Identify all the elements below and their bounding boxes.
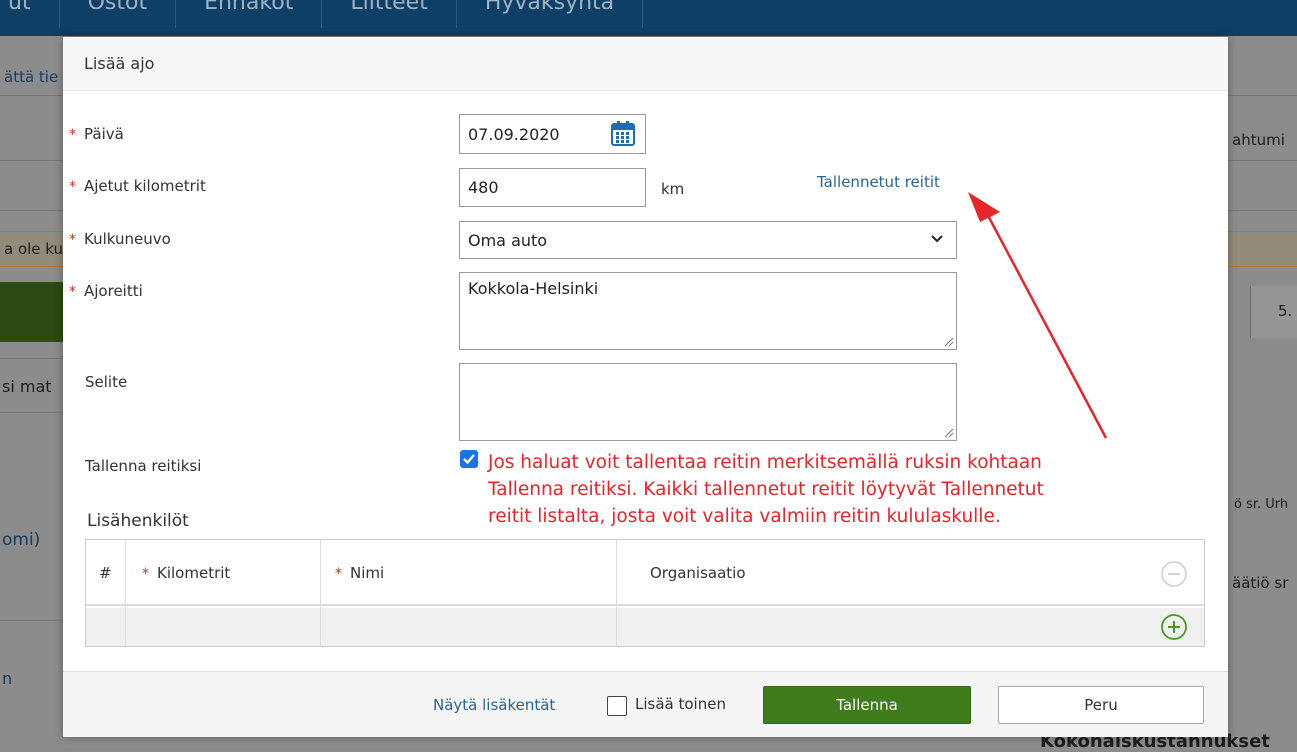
bg-text-n: n: [2, 669, 13, 688]
vehicle-label: * Kulkuneuvo: [69, 230, 171, 248]
description-label: Selite: [85, 373, 127, 391]
annotation-text: Jos haluat voit tallentaa reitin merkits…: [488, 449, 1044, 530]
table-header: [86, 540, 1204, 606]
required-marker: *: [69, 232, 76, 248]
nav-item-hyvaksynta[interactable]: Hyväksyntä: [457, 0, 644, 28]
add-another-label: Lisää toinen: [635, 695, 726, 713]
annotation-line-3: reitit listalta, josta voit valita valmi…: [488, 506, 1001, 527]
save-route-label-text: Tallenna reitiksi: [85, 457, 202, 475]
bg-text-urh: ö sr. Urh: [1234, 497, 1289, 512]
modal-header: Lisää ajo: [63, 37, 1228, 91]
bg-link-text: ättä tie: [4, 68, 59, 86]
column-number: #: [99, 564, 112, 582]
bg-step-label: 5.: [1278, 302, 1293, 320]
extra-persons-title: Lisähenkilöt: [87, 511, 189, 531]
vehicle-label-text: Kulkuneuvo: [84, 230, 171, 248]
column-organisaatio: Organisaatio: [650, 564, 746, 582]
add-another-checkbox[interactable]: [607, 696, 627, 716]
save-button[interactable]: Tallenna: [763, 686, 971, 724]
chevron-down-icon: [931, 235, 943, 243]
route-label: * Ajoreitti: [69, 282, 143, 300]
route-label-text: Ajoreitti: [84, 282, 143, 300]
top-navigation: ut Ostot Ennakot Liitteet Hyväksyntä: [0, 0, 1297, 36]
nav-item-ennakot[interactable]: Ennakot: [176, 0, 323, 28]
km-unit: km: [661, 180, 685, 198]
bg-warning-right: [1226, 231, 1297, 267]
remove-row-icon[interactable]: [1160, 560, 1188, 588]
column-kilometrit-label: Kilometrit: [157, 564, 231, 582]
nav-item-ostot[interactable]: Ostot: [60, 0, 177, 28]
nav-item-liitteet[interactable]: Liitteet: [322, 0, 457, 28]
route-value: Kokkola-Helsinki: [468, 279, 599, 298]
required-marker: *: [69, 284, 76, 300]
resize-grip-icon[interactable]: [944, 337, 954, 347]
add-row-icon[interactable]: [1160, 613, 1188, 641]
annotation-line-1: Jos haluat voit tallentaa reitin merkits…: [488, 452, 1042, 473]
required-marker: *: [69, 179, 76, 195]
extra-persons-table: # * Kilometrit * Nimi Organisaatio: [85, 539, 1205, 647]
save-route-checkbox[interactable]: [460, 450, 478, 468]
bg-text-ahtumi: ahtumi: [1232, 131, 1285, 149]
save-route-label: Tallenna reitiksi: [85, 457, 201, 475]
bg-text-mat: si mat: [2, 377, 52, 396]
km-label-text: Ajetut kilometrit: [84, 177, 206, 195]
km-value: 480: [468, 178, 499, 197]
date-value: 07.09.2020: [468, 124, 560, 144]
bg-warning-text: a ole ku: [4, 240, 64, 258]
modal-footer: Näytä lisäkentät Lisää toinen Tallenna P…: [63, 671, 1228, 737]
description-label-text: Selite: [85, 373, 128, 391]
save-button-label: Tallenna: [836, 696, 898, 714]
cancel-button[interactable]: Peru: [998, 686, 1204, 724]
date-label: * Päivä: [69, 125, 124, 143]
resize-grip-icon[interactable]: [944, 428, 954, 438]
date-label-text: Päivä: [84, 125, 124, 143]
checkmark-icon: [463, 454, 475, 465]
annotation-line-2: Tallenna reitiksi. Kaikki tallennetut re…: [488, 479, 1044, 500]
nav-item-0[interactable]: ut: [0, 0, 60, 28]
route-textarea[interactable]: Kokkola-Helsinki: [459, 272, 957, 350]
show-more-fields-link[interactable]: Näytä lisäkentät: [433, 696, 555, 714]
km-label: * Ajetut kilometrit: [69, 177, 206, 195]
cancel-button-label: Peru: [1084, 696, 1118, 714]
add-trip-modal: Lisää ajo * Päivä 07.09.2020 * Ajetut kilo…: [63, 37, 1228, 737]
date-input[interactable]: 07.09.2020: [459, 114, 646, 154]
calendar-icon[interactable]: [611, 121, 635, 147]
saved-routes-link[interactable]: Tallennetut reitit: [817, 173, 940, 191]
km-input[interactable]: 480: [459, 168, 646, 207]
required-marker: *: [69, 127, 76, 143]
column-nimi-label: Nimi: [350, 564, 385, 582]
bg-green-step: [0, 282, 66, 342]
vehicle-select[interactable]: Oma auto: [459, 221, 957, 259]
vehicle-value: Oma auto: [468, 230, 548, 250]
column-nimi: * Nimi: [335, 564, 385, 582]
bg-text-aatio: äätiö sr: [1232, 574, 1289, 592]
modal-title: Lisää ajo: [84, 54, 155, 73]
description-textarea[interactable]: [459, 363, 957, 441]
table-row: [86, 608, 1204, 646]
bg-text-omi: omi): [2, 530, 41, 550]
column-kilometrit: * Kilometrit: [142, 564, 231, 582]
